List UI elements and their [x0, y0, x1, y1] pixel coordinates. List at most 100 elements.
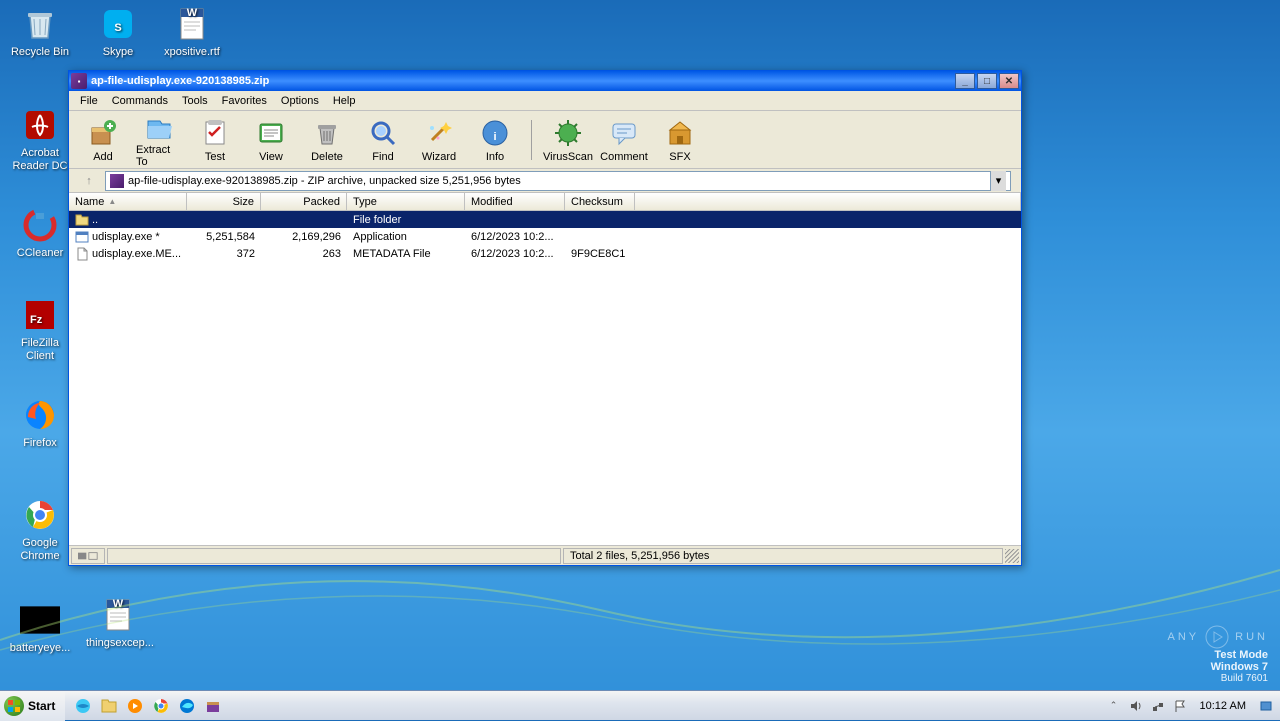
add-icon — [87, 117, 119, 149]
comment-icon — [608, 117, 640, 149]
desktop-icon-acrobat[interactable]: Acrobat Reader DC — [8, 105, 72, 173]
systray: ⌃ 10:12 AM — [1100, 698, 1280, 714]
recycle-bin-icon — [20, 4, 60, 44]
anyrun-logo: ANY RUN — [1168, 625, 1268, 649]
file-rows[interactable]: .. File folder udisplay.exe * 5,251,584 … — [69, 211, 1021, 545]
file-list: Name▲ Size Packed Type Modified Checksum… — [69, 193, 1021, 545]
desktop-icon-chrome[interactable]: Google Chrome — [8, 495, 72, 563]
statusbar: Total 2 files, 5,251,956 bytes — [69, 545, 1021, 565]
desktop-icon-batteryeye[interactable]: batteryeye... — [8, 600, 72, 655]
menu-help[interactable]: Help — [326, 93, 363, 109]
virusscan-button[interactable]: VirusScan — [544, 114, 592, 166]
svg-text:i: i — [493, 131, 496, 143]
test-button[interactable]: Test — [191, 114, 239, 166]
file-row-metadata[interactable]: udisplay.exe.ME... 372 263 METADATA File… — [69, 245, 1021, 262]
extract-icon — [143, 112, 175, 142]
cmd-icon — [20, 600, 60, 640]
quick-launch — [65, 694, 231, 718]
desktop-icon-skype[interactable]: S Skype — [86, 4, 150, 59]
col-checksum[interactable]: Checksum — [565, 193, 635, 210]
maximize-button[interactable]: □ — [977, 73, 997, 89]
add-button[interactable]: Add — [79, 114, 127, 166]
start-button[interactable]: Start — [0, 691, 65, 721]
path-dropdown[interactable]: ▾ — [990, 171, 1006, 191]
ql-ie[interactable] — [71, 694, 95, 718]
ql-winrar-task[interactable] — [201, 694, 225, 718]
close-button[interactable]: ✕ — [999, 73, 1019, 89]
word-doc-icon: W — [98, 595, 138, 635]
comment-button[interactable]: Comment — [600, 114, 648, 166]
firefox-icon — [20, 395, 60, 435]
desktop-icon-firefox[interactable]: Firefox — [8, 395, 72, 450]
toolbar-separator — [531, 120, 532, 160]
menubar: File Commands Tools Favorites Options He… — [69, 91, 1021, 111]
exe-icon — [75, 230, 89, 244]
tray-network-icon[interactable] — [1150, 698, 1166, 714]
file-icon — [75, 247, 89, 261]
tray-flag-icon[interactable] — [1172, 698, 1188, 714]
word-doc-icon: W — [172, 4, 212, 44]
col-name[interactable]: Name▲ — [69, 193, 187, 210]
wizard-icon — [423, 117, 455, 149]
status-view-toggle[interactable] — [71, 548, 105, 564]
ql-player[interactable] — [123, 694, 147, 718]
chrome-icon — [20, 495, 60, 535]
tray-sound-icon[interactable] — [1128, 698, 1144, 714]
minimize-button[interactable]: _ — [955, 73, 975, 89]
acrobat-icon — [20, 105, 60, 145]
ccleaner-icon — [20, 205, 60, 245]
delete-button[interactable]: Delete — [303, 114, 351, 166]
view-button[interactable]: View — [247, 114, 295, 166]
info-icon: i — [479, 117, 511, 149]
svg-text:S: S — [114, 22, 121, 34]
path-text: ap-file-udisplay.exe-920138985.zip - ZIP… — [128, 175, 521, 187]
app-icon: ▪ — [71, 73, 87, 89]
resize-grip[interactable] — [1005, 549, 1019, 563]
col-modified[interactable]: Modified — [465, 193, 565, 210]
archive-icon — [110, 174, 124, 188]
status-left — [107, 548, 561, 564]
start-orb-icon — [4, 696, 24, 716]
path-input[interactable]: ap-file-udisplay.exe-920138985.zip - ZIP… — [105, 171, 1011, 191]
desktop-icon-recycle-bin[interactable]: Recycle Bin — [8, 4, 72, 59]
tray-expand[interactable]: ⌃ — [1106, 698, 1122, 714]
file-row-exe[interactable]: udisplay.exe * 5,251,584 2,169,296 Appli… — [69, 228, 1021, 245]
ql-explorer[interactable] — [97, 694, 121, 718]
sfx-button[interactable]: SFX — [656, 114, 704, 166]
taskbar: Start ⌃ 10:12 AM — [0, 690, 1280, 720]
status-right: Total 2 files, 5,251,956 bytes — [563, 548, 1003, 564]
desktop-icon-thingsexcep[interactable]: W thingsexcep... — [86, 595, 150, 650]
col-type[interactable]: Type — [347, 193, 465, 210]
desktop-icon-filezilla[interactable]: Fz FileZilla Client — [8, 295, 72, 363]
filezilla-icon: Fz — [20, 295, 60, 335]
desktop-icon-rtf[interactable]: W xpositive.rtf — [160, 4, 224, 59]
find-icon — [367, 117, 399, 149]
col-size[interactable]: Size — [187, 193, 261, 210]
menu-commands[interactable]: Commands — [105, 93, 175, 109]
up-button[interactable]: ↑ — [79, 171, 99, 191]
menu-options[interactable]: Options — [274, 93, 326, 109]
toolbar: Add Extract To Test View Delete Find Wiz… — [69, 111, 1021, 169]
titlebar[interactable]: ▪ ap-file-udisplay.exe-920138985.zip _ □… — [69, 71, 1021, 91]
window-title: ap-file-udisplay.exe-920138985.zip — [91, 75, 955, 87]
wizard-button[interactable]: Wizard — [415, 114, 463, 166]
info-button[interactable]: iInfo — [471, 114, 519, 166]
delete-icon — [311, 117, 343, 149]
extract-to-button[interactable]: Extract To — [135, 114, 183, 166]
menu-file[interactable]: File — [73, 93, 105, 109]
find-button[interactable]: Find — [359, 114, 407, 166]
folder-up-icon — [75, 213, 89, 227]
svg-text:Fz: Fz — [30, 314, 43, 326]
desktop-icon-ccleaner[interactable]: CCleaner — [8, 205, 72, 260]
ql-chrome[interactable] — [149, 694, 173, 718]
ql-edge[interactable] — [175, 694, 199, 718]
menu-favorites[interactable]: Favorites — [215, 93, 274, 109]
show-desktop[interactable] — [1258, 698, 1274, 714]
skype-icon: S — [98, 4, 138, 44]
menu-tools[interactable]: Tools — [175, 93, 215, 109]
col-packed[interactable]: Packed — [261, 193, 347, 210]
col-spacer — [635, 193, 1021, 210]
clock[interactable]: 10:12 AM — [1194, 700, 1252, 712]
test-icon — [199, 117, 231, 149]
file-row-parent[interactable]: .. File folder — [69, 211, 1021, 228]
